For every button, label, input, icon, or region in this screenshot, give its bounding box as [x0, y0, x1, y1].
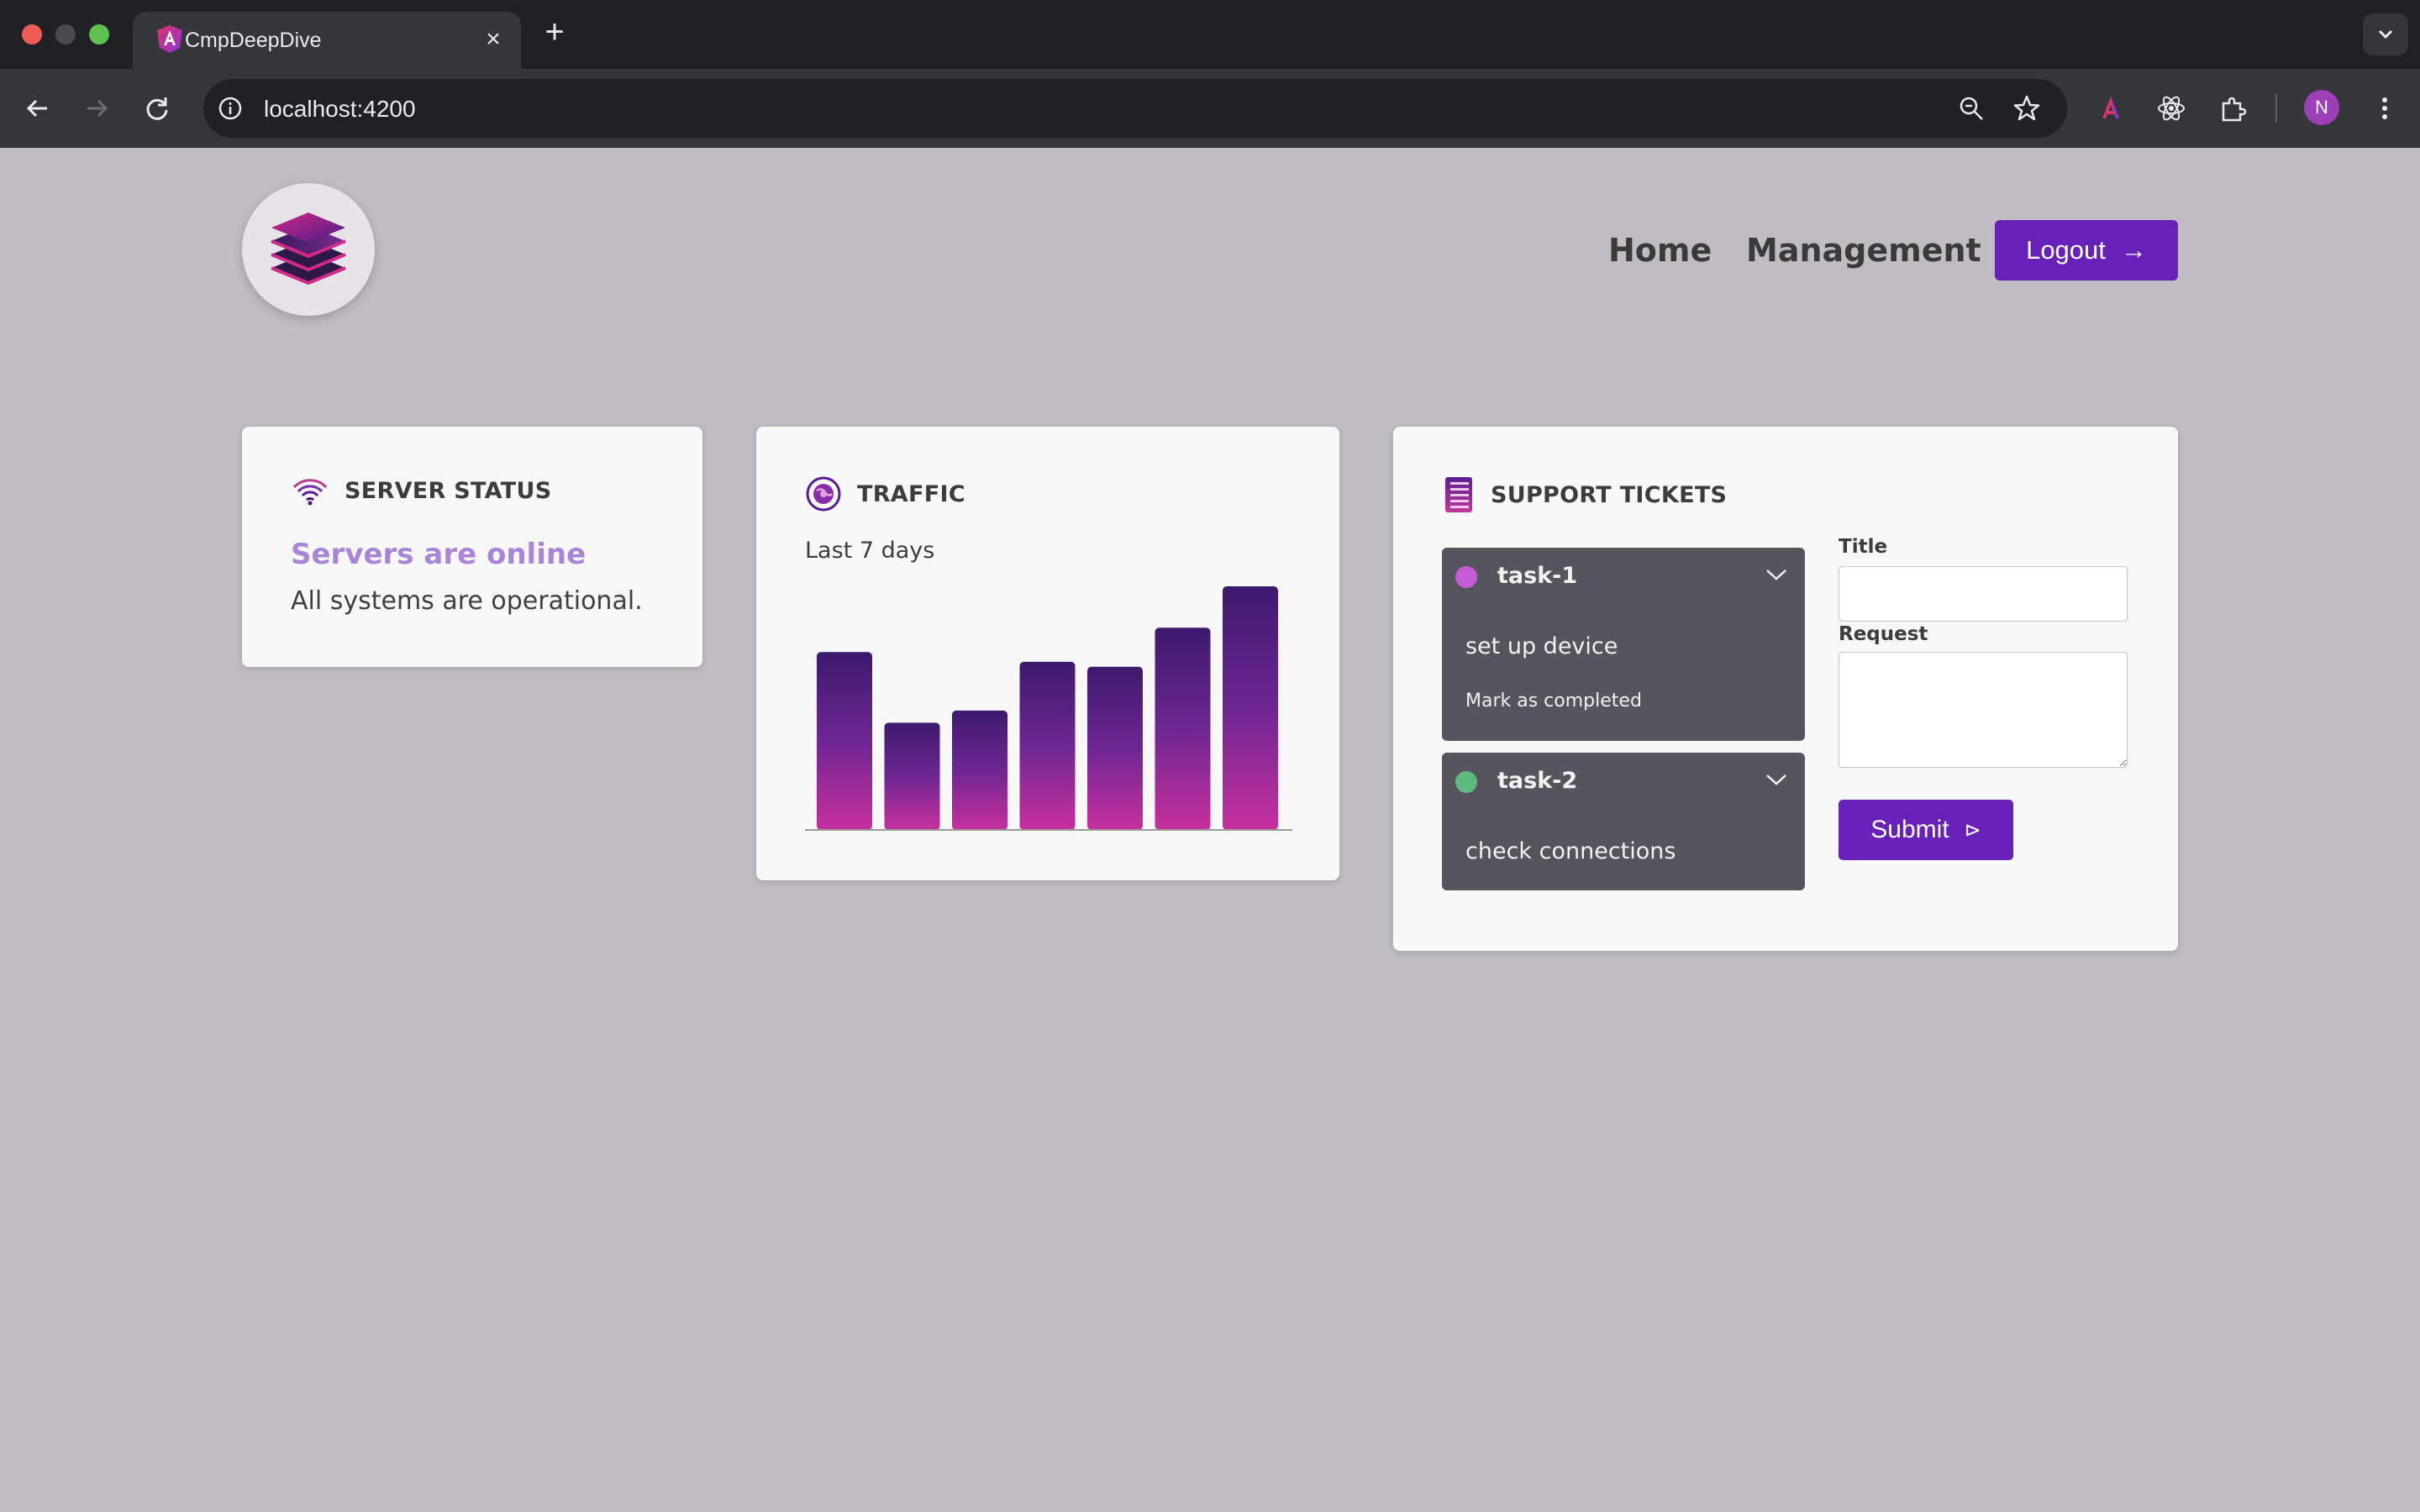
chevron-down-icon [2378, 29, 2393, 39]
traffic-bar [952, 710, 1007, 830]
ticket-body: check connections [1465, 838, 1676, 864]
status-heading: Servers are online [291, 538, 587, 571]
logout-button[interactable]: Logout → [1995, 220, 2178, 281]
ticket-title: task-1 [1497, 563, 1578, 589]
browser-tab-strip: CmpDeepDive × + [0, 0, 2420, 69]
send-icon: ⊳ [1964, 818, 1981, 842]
submit-label: Submit [1870, 816, 1949, 843]
support-tickets-card: SUPPORT TICKETS task-1 set up device Mar… [1393, 427, 2178, 951]
title-label: Title [1839, 536, 1888, 558]
wifi-signal-icon [292, 479, 328, 506]
back-arrow-icon[interactable] [18, 89, 57, 128]
traffic-bar [884, 722, 940, 830]
react-devtools-extension-icon[interactable] [2154, 92, 2188, 125]
tab-title: CmpDeepDive [185, 29, 322, 52]
ticket-title: task-2 [1497, 768, 1578, 794]
chevron-down-icon[interactable] [1765, 771, 1788, 788]
nav-link-home[interactable]: Home [1608, 232, 1712, 269]
forward-arrow-icon[interactable] [77, 89, 116, 128]
card-title: SERVER STATUS [345, 477, 552, 504]
submit-button[interactable]: Submit ⊳ [1839, 800, 2013, 860]
card-header: SERVER STATUS [291, 475, 551, 506]
window-close-button[interactable] [22, 24, 42, 45]
card-title: SUPPORT TICKETS [1491, 481, 1728, 508]
title-input[interactable] [1839, 566, 2128, 622]
server-status-card: SERVER STATUS Servers are online All sys… [242, 427, 702, 667]
request-label: Request [1839, 623, 1928, 645]
status-description: All systems are operational. [291, 586, 643, 616]
traffic-subtitle: Last 7 days [805, 538, 935, 564]
traffic-bar [1087, 666, 1143, 830]
card-header: SUPPORT TICKETS [1442, 475, 1727, 514]
globe-traffic-icon [806, 476, 841, 512]
ticket-body: set up device [1465, 633, 1618, 659]
card-title: TRAFFIC [857, 480, 965, 507]
angular-devtools-extension-icon[interactable] [2094, 92, 2128, 125]
ticket-item[interactable]: task-2 check connections [1442, 753, 1805, 890]
app-logo [242, 183, 375, 316]
traffic-bar [817, 652, 872, 830]
extensions-puzzle-icon[interactable] [2217, 92, 2250, 125]
window-zoom-button[interactable] [89, 24, 109, 45]
logout-label: Logout [2026, 235, 2106, 265]
ticket-item[interactable]: task-1 set up device Mark as completed [1442, 548, 1805, 741]
angular-favicon-icon [157, 25, 182, 53]
kebab-menu-icon[interactable] [2368, 92, 2402, 125]
browser-toolbar: localhost:4200 N [0, 69, 2420, 148]
window-minimize-button[interactable] [55, 24, 76, 45]
toolbar-separator [2275, 94, 2277, 123]
address-bar[interactable]: localhost:4200 [203, 79, 2067, 138]
ticket-status-dot [1455, 566, 1477, 588]
request-textarea[interactable] [1839, 652, 2128, 768]
profile-avatar[interactable]: N [2304, 90, 2339, 125]
traffic-bar [1019, 661, 1076, 830]
ticket-status-dot [1455, 771, 1477, 793]
traffic-card: TRAFFIC Last 7 days [756, 427, 1339, 880]
traffic-bar [1155, 627, 1211, 830]
nav-link-management[interactable]: Management [1746, 232, 1981, 269]
card-header: TRAFFIC [805, 475, 965, 512]
mark-completed-button[interactable]: Mark as completed [1465, 690, 1642, 711]
reload-icon[interactable] [138, 89, 176, 128]
tab-search-button[interactable] [2363, 13, 2408, 55]
tab-close-icon[interactable]: × [481, 27, 506, 52]
zoom-icon[interactable] [1956, 93, 1986, 123]
bookmark-star-icon[interactable] [2012, 93, 2042, 123]
stacked-layers-logo-icon [271, 213, 346, 286]
ticket-list-icon [1445, 477, 1472, 512]
site-info-icon[interactable] [215, 93, 245, 123]
chevron-down-icon[interactable] [1765, 566, 1788, 583]
arrow-right-icon: → [2120, 235, 2147, 265]
url-text[interactable]: localhost:4200 [264, 96, 416, 123]
browser-tab-active[interactable]: CmpDeepDive × [133, 12, 521, 69]
traffic-bar-chart [805, 586, 1292, 831]
traffic-bar [1223, 586, 1278, 830]
new-tab-icon[interactable]: + [538, 15, 571, 49]
